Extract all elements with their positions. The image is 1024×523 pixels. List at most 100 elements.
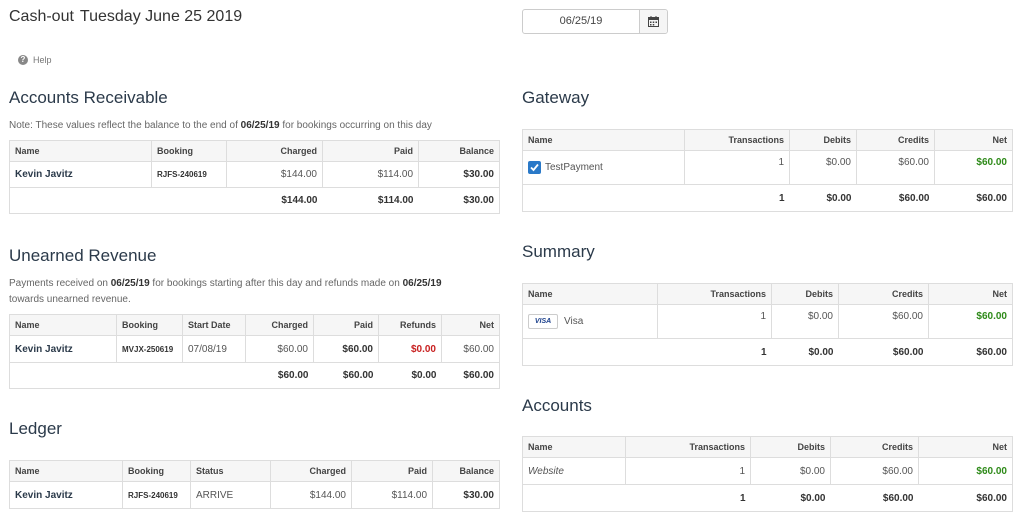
total-credits: $60.00 [830, 484, 919, 512]
payment-method-name: Visa [564, 316, 584, 328]
total-net: $60.00 [441, 362, 500, 389]
column-header: Net [441, 314, 500, 336]
booking-id[interactable]: RJFS-240619 [122, 481, 191, 509]
totals-row: 1 $0.00 $60.00 $60.00 [522, 484, 1013, 512]
column-header: Refunds [378, 314, 442, 336]
column-header: Credits [830, 436, 919, 458]
charged-cell: $144.00 [270, 481, 352, 509]
column-header: Credits [838, 283, 929, 305]
guest-name[interactable]: Kevin Javitz [9, 161, 152, 188]
gateway-name-cell[interactable]: TestPayment [522, 150, 685, 185]
charged-cell: $60.00 [245, 335, 314, 363]
column-header: Paid [313, 314, 379, 336]
column-header: Transactions [625, 436, 751, 458]
credits-cell: $60.00 [838, 304, 929, 339]
column-header: Start Date [182, 314, 246, 336]
column-header: Charged [245, 314, 314, 336]
table-row[interactable]: Kevin Javitz RJFS-240619 $144.00 $114.00… [9, 161, 500, 188]
accounts-receivable-table: Name Booking Charged Paid Balance Kevin … [9, 140, 500, 214]
debits-cell: $0.00 [750, 457, 831, 485]
column-header: Name [522, 283, 658, 305]
note-date: 06/25/19 [402, 278, 442, 289]
empty-cell [182, 362, 246, 389]
note-date: 06/25/19 [240, 120, 280, 131]
column-header: Net [934, 129, 1013, 151]
question-icon: ? [18, 55, 28, 65]
totals-row: $144.00 $114.00 $30.00 [9, 187, 500, 214]
net-cell: $60.00 [441, 335, 500, 363]
column-header: Credits [856, 129, 935, 151]
empty-cell [522, 184, 685, 212]
guest-name[interactable]: Kevin Javitz [9, 335, 117, 363]
column-header: Name [522, 129, 685, 151]
table-header-row: Name Transactions Debits Credits Net [522, 129, 1013, 151]
total-charged: $60.00 [245, 362, 314, 389]
column-header: Name [9, 314, 117, 336]
total-debits: $0.00 [750, 484, 831, 512]
booking-id[interactable]: MVJX-250619 [116, 335, 183, 363]
table-header-row: Name Booking Status Charged Paid Balance [9, 460, 500, 482]
paid-cell: $60.00 [313, 335, 379, 363]
table-row[interactable]: TestPayment 1 $0.00 $60.00 $60.00 [522, 150, 1013, 185]
note-text: for bookings occurring on this day [279, 120, 432, 131]
charged-cell: $144.00 [226, 161, 323, 188]
column-header: Booking [122, 460, 191, 482]
table-row[interactable]: Kevin Javitz RJFS-240619 ARRIVE $144.00 … [9, 481, 500, 509]
payment-method-cell[interactable]: VISA Visa [522, 304, 658, 339]
total-paid: $114.00 [322, 187, 419, 214]
help-link[interactable]: ? Help [18, 55, 52, 65]
gateway-table: Name Transactions Debits Credits Net Tes… [522, 129, 1013, 212]
note-date: 06/25/19 [110, 278, 150, 289]
account-name[interactable]: Website [522, 457, 626, 485]
empty-cell [522, 484, 626, 512]
total-debits: $0.00 [771, 338, 839, 366]
note-text: towards unearned revenue. [9, 294, 131, 305]
debits-cell: $0.00 [789, 150, 857, 185]
table-header-row: Name Booking Start Date Charged Paid Ref… [9, 314, 500, 336]
total-net: $60.00 [918, 484, 1013, 512]
note-text: for bookings starting after this day and… [149, 278, 403, 289]
help-label: Help [33, 55, 52, 65]
date-input[interactable]: 06/25/19 [523, 10, 640, 33]
column-header: Name [9, 460, 123, 482]
column-header: Debits [789, 129, 857, 151]
transactions-cell: 1 [657, 304, 772, 339]
balance-cell: $30.00 [432, 481, 500, 509]
total-balance: $30.00 [418, 187, 500, 214]
page-title-date: Tuesday June 25 2019 [79, 8, 243, 25]
column-header: Debits [771, 283, 839, 305]
table-row[interactable]: Website 1 $0.00 $60.00 $60.00 [522, 457, 1013, 485]
note-text: Payments received on [9, 278, 111, 289]
total-refunds: $0.00 [378, 362, 442, 389]
visa-card-icon: VISA [528, 314, 558, 329]
table-header-row: Name Transactions Debits Credits Net [522, 436, 1013, 458]
table-header-row: Name Booking Charged Paid Balance [9, 140, 500, 162]
empty-cell [116, 362, 183, 389]
net-cell: $60.00 [918, 457, 1013, 485]
column-header: Charged [270, 460, 352, 482]
ledger-title: Ledger [9, 419, 62, 438]
column-header: Balance [418, 140, 500, 162]
booking-id[interactable]: RJFS-240619 [151, 161, 227, 188]
calendar-icon [648, 16, 659, 27]
paid-cell: $114.00 [322, 161, 419, 188]
page-title-label: Cash-out [9, 8, 74, 25]
total-transactions: 1 [684, 184, 790, 212]
table-row[interactable]: VISA Visa 1 $0.00 $60.00 $60.00 [522, 304, 1013, 339]
table-row[interactable]: Kevin Javitz MVJX-250619 07/08/19 $60.00… [9, 335, 500, 363]
credits-cell: $60.00 [856, 150, 935, 185]
checkbox-checked-icon[interactable] [528, 161, 541, 174]
column-header: Balance [432, 460, 500, 482]
start-date-cell: 07/08/19 [182, 335, 246, 363]
total-credits: $60.00 [838, 338, 929, 366]
net-cell: $60.00 [928, 304, 1013, 339]
date-picker[interactable]: 06/25/19 [522, 9, 668, 34]
guest-name[interactable]: Kevin Javitz [9, 481, 123, 509]
column-header: Transactions [684, 129, 790, 151]
column-header: Status [190, 460, 271, 482]
calendar-button[interactable] [640, 10, 667, 33]
totals-row: $60.00 $60.00 $0.00 $60.00 [9, 362, 500, 389]
accounts-title: Accounts [522, 396, 592, 415]
debits-cell: $0.00 [771, 304, 839, 339]
accounts-receivable-note: Note: These values reflect the balance t… [9, 118, 432, 134]
